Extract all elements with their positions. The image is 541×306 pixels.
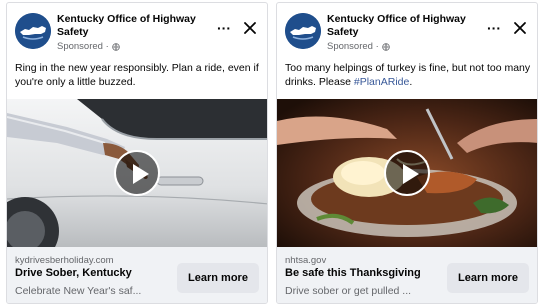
more-options-icon[interactable]: ··· (217, 21, 231, 35)
globe-icon (112, 42, 120, 51)
close-icon[interactable] (243, 21, 257, 35)
link-headline[interactable]: Be safe this Thanksgiving (285, 267, 421, 279)
learn-more-button[interactable]: Learn more (177, 263, 259, 293)
link-headline[interactable]: Drive Sober, Kentucky (15, 267, 132, 279)
more-options-icon[interactable]: ··· (487, 21, 501, 35)
kentucky-logo-icon (285, 13, 321, 49)
play-icon[interactable] (114, 150, 160, 196)
page-avatar[interactable] (15, 13, 51, 49)
ad-caption: Ring in the new year responsibly. Plan a… (15, 62, 259, 88)
page-avatar[interactable] (285, 13, 321, 49)
caption-end: . (409, 76, 413, 88)
learn-more-button[interactable]: Learn more (447, 263, 529, 293)
sponsored-label: Sponsored · (327, 41, 379, 52)
globe-icon (382, 42, 390, 51)
link-description: Celebrate New Year's saf... (15, 285, 142, 297)
play-icon[interactable] (384, 150, 430, 196)
hashtag-link[interactable]: #PlanARide (354, 76, 409, 88)
ad-link-footer[interactable]: nhtsa.gov Be safe this Thanksgiving Driv… (277, 247, 537, 303)
close-icon[interactable] (513, 21, 527, 35)
ad-link-footer[interactable]: kydrivesberholiday.com Drive Sober, Kent… (7, 247, 267, 303)
sponsored-meta: Sponsored · (57, 41, 120, 52)
link-domain: kydrivesberholiday.com (15, 255, 114, 266)
kentucky-logo-icon (15, 13, 51, 49)
ad-caption: Too many helpings of turkey is fine, but… (285, 61, 531, 89)
link-domain: nhtsa.gov (285, 255, 327, 266)
ad-header: Kentucky Office of Highway Safety Sponso… (15, 11, 259, 53)
ad-header: Kentucky Office of Highway Safety Sponso… (285, 11, 529, 53)
ad-card-new-year: Kentucky Office of Highway Safety Sponso… (6, 2, 268, 304)
page-name[interactable]: Kentucky Office of Highway Safety (327, 13, 477, 39)
sponsored-label: Sponsored · (57, 41, 109, 52)
sponsored-meta: Sponsored · (327, 41, 390, 52)
link-description: Drive sober or get pulled ... (285, 285, 412, 297)
ad-card-thanksgiving: Kentucky Office of Highway Safety Sponso… (276, 2, 538, 304)
ad-video[interactable] (277, 99, 537, 247)
page-name[interactable]: Kentucky Office of Highway Safety (57, 13, 207, 39)
ad-video[interactable] (7, 99, 267, 247)
